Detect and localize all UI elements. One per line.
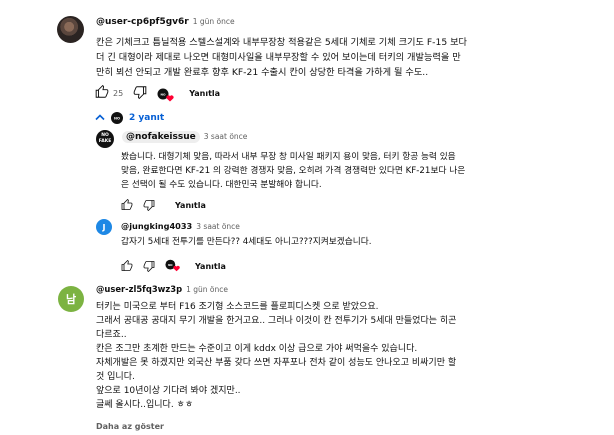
reply-1: NO FAKE @nofakeissue 3 saat önce 봤습니다. 대형… bbox=[0, 128, 614, 212]
comment-header: @user-zl5fq3wz3p 1 gün önce bbox=[96, 284, 228, 294]
thumb-up-icon[interactable] bbox=[121, 196, 133, 215]
thumb-up-icon[interactable] bbox=[121, 257, 133, 276]
comment-line: 칸은 조그만 초계한 만드는 수준이고 이게 kddx 이상 급으로 가야 써먹… bbox=[96, 344, 418, 354]
author-name-chip[interactable]: @nofakeissue bbox=[122, 131, 200, 143]
reply-button[interactable]: Yanıtla bbox=[189, 89, 220, 98]
creator-avatar-small-icon: NO bbox=[111, 112, 123, 124]
avatar[interactable]: NO FAKE bbox=[96, 130, 114, 148]
comment-line: 갑자기 5세대 전투기를 만든다?? 4세대도 아니고???지켜보겠습니다. bbox=[121, 237, 372, 247]
comment-header: @user-cp6pf5gv6r 1 gün önce bbox=[96, 17, 235, 27]
reply-2: J @jungking4033 3 saat önce 갑자기 5세대 전투기를… bbox=[0, 217, 614, 273]
comment-line: 터키는 미국으로 부터 F16 조기형 소스코드를 플로피디스켓 으로 받았으요… bbox=[96, 302, 379, 312]
comment-text: 칸은 기체크고 틈닐적용 스텔스설계와 내부무장창 적용같은 5세대 기체로 기… bbox=[96, 35, 467, 80]
like-count: 25 bbox=[113, 89, 124, 98]
comment-text: 봤습니다. 대형기체 맞음, 따라서 내부 무장 창 미사일 패키지 용이 맞음… bbox=[121, 150, 465, 192]
comment-text: 갑자기 5세대 전투기를 만든다?? 4세대도 아니고???지켜보겠습니다. bbox=[121, 235, 372, 249]
comment-line: 앞으로 10년이상 기다려 봐야 겠지만.. bbox=[96, 386, 241, 396]
comment-line: 글쎄 올시다..입니다. ㅎㅎ bbox=[96, 400, 194, 410]
avatar[interactable] bbox=[57, 16, 84, 43]
reply-button[interactable]: Yanıtla bbox=[175, 201, 206, 210]
comment-line: 더 긴 대형이라 제대로 나오면 대형미사일을 내부무장할 수 있어 보이는데 … bbox=[96, 52, 461, 63]
comment-thread-1: @user-cp6pf5gv6r 1 gün önce 칸은 기체크고 틈닐적용… bbox=[0, 0, 614, 124]
replies-count: 2 yanıt bbox=[129, 113, 165, 123]
comment-line: 것 입니다. bbox=[96, 372, 135, 382]
thumb-down-icon[interactable] bbox=[143, 257, 155, 276]
comment-actions: Yanıtla bbox=[121, 196, 206, 215]
comment-timestamp[interactable]: 1 gün önce bbox=[193, 17, 235, 26]
author-name[interactable]: @user-cp6pf5gv6r bbox=[96, 17, 189, 27]
thumb-down-icon[interactable] bbox=[143, 196, 155, 215]
chevron-up-icon bbox=[95, 113, 105, 124]
comment-line: 은 선택이 될 수도 있습니다. 대한민국 분발해야 합니다. bbox=[121, 180, 322, 190]
comment-timestamp[interactable]: 3 saat önce bbox=[196, 222, 240, 231]
avatar[interactable]: 남 bbox=[58, 286, 84, 312]
reply-button[interactable]: Yanıtla bbox=[195, 262, 226, 271]
avatar[interactable]: J bbox=[96, 219, 112, 235]
comment-line: 그래서 공대공 공대지 무기 개발을 한거고요.. 그러나 이것이 칸 전투기가… bbox=[96, 316, 457, 326]
comment-actions: 25 NO Yanıtla bbox=[95, 84, 220, 103]
avatar-letter: 남 bbox=[65, 293, 77, 306]
creator-heart-icon: NO bbox=[157, 87, 175, 101]
svg-text:NO: NO bbox=[161, 92, 167, 96]
avatar-letter: J bbox=[102, 222, 106, 232]
show-less-link[interactable]: Daha az göster bbox=[96, 422, 164, 431]
thumb-down-icon[interactable] bbox=[133, 84, 147, 103]
comment-header: @nofakeissue 3 saat önce bbox=[122, 131, 247, 143]
comment-line: 맞음, 완료한다면 KF-21 의 강력한 경쟁자 맞음, 오히려 가격 경쟁력… bbox=[121, 166, 466, 176]
thumb-up-icon[interactable] bbox=[95, 84, 109, 103]
comment-thread-2: 남 @user-zl5fq3wz3p 1 gün önce 터키는 미국으로 부… bbox=[0, 280, 614, 435]
comment-line: 자체개발은 못 하겠지만 외국산 부품 갖다 쓰면 자푸포나 전차 같이 성능도… bbox=[96, 358, 457, 368]
comment-text: 터키는 미국으로 부터 F16 조기형 소스코드를 플로피디스켓 으로 받았으요… bbox=[96, 300, 456, 412]
author-name[interactable]: @jungking4033 bbox=[121, 221, 192, 231]
comment-header: @jungking4033 3 saat önce bbox=[121, 221, 240, 231]
comment-timestamp[interactable]: 3 saat önce bbox=[204, 132, 248, 141]
comment-timestamp[interactable]: 1 gün önce bbox=[186, 285, 228, 294]
author-name[interactable]: @user-zl5fq3wz3p bbox=[96, 284, 182, 294]
svg-text:NO: NO bbox=[168, 263, 173, 267]
comment-line: 만히 뵈선 안되고 개발 완료후 향후 KF-21 수출시 칸이 상당한 타격을… bbox=[96, 67, 429, 78]
svg-text:NO: NO bbox=[114, 117, 120, 121]
comment-actions: NO Yanıtla bbox=[121, 257, 226, 276]
comment-line: 봤습니다. 대형기체 맞음, 따라서 내부 무장 창 미사일 패키지 용이 맞음… bbox=[121, 152, 456, 162]
comment-line: 다르죠.. bbox=[96, 330, 127, 340]
creator-heart-icon: NO bbox=[165, 257, 181, 276]
comment-line: 칸은 기체크고 틈닐적용 스텔스설계와 내부무장창 적용같은 5세대 기체로 기… bbox=[96, 37, 468, 48]
replies-toggle[interactable]: NO 2 yanıt bbox=[95, 112, 164, 124]
